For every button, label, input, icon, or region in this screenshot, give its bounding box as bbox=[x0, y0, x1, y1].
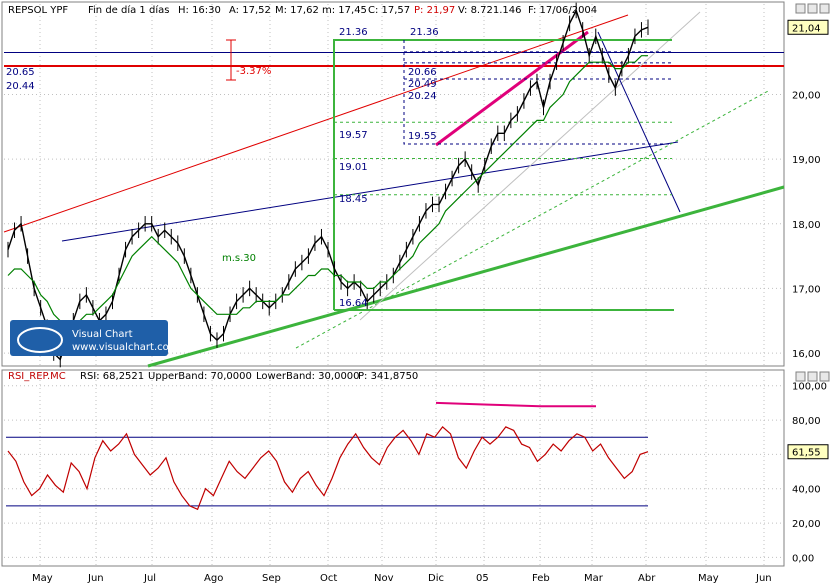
pct-annotation: -3.37% bbox=[236, 66, 271, 77]
logo-url: www.visualchart.com bbox=[72, 342, 178, 353]
header-v: V: 8.721.146 bbox=[458, 5, 521, 16]
rsi-tick-label: 20,00 bbox=[792, 519, 821, 530]
x-tick-label: Abr bbox=[638, 573, 656, 584]
x-tick-label: 05 bbox=[476, 573, 489, 584]
x-tick-label: Dic bbox=[428, 573, 444, 584]
x-tick-label: Jun bbox=[755, 573, 772, 584]
rsi-tick-label: 0,00 bbox=[792, 553, 814, 564]
x-tick-label: Oct bbox=[320, 573, 337, 584]
header-f: F: 17/06/2004 bbox=[528, 5, 597, 16]
header-symbol: REPSOL YPF bbox=[8, 5, 68, 16]
header-low: m: 17,45 bbox=[322, 5, 367, 16]
level-label: 18.45 bbox=[339, 194, 368, 205]
rsi-lower: LowerBand: 30,0000 bbox=[256, 371, 360, 382]
rsi-title: RSI_REP.MC bbox=[8, 371, 66, 382]
x-tick-label: May bbox=[32, 573, 53, 584]
rsi-tick-label: 100,00 bbox=[792, 382, 827, 393]
price-tick-label: 19,00 bbox=[792, 155, 821, 166]
panel-up-button[interactable] bbox=[807, 3, 818, 14]
price-tick-label: 18,00 bbox=[792, 220, 821, 231]
level-label: 20.24 bbox=[408, 91, 437, 102]
header-m: M: 17,62 bbox=[275, 5, 319, 16]
x-tick-label: Jun bbox=[87, 573, 104, 584]
level-label: 21.36 bbox=[339, 27, 368, 38]
level-label: 21.36 bbox=[410, 27, 439, 38]
header-a: A: 17,52 bbox=[229, 5, 271, 16]
x-tick-label: Jul bbox=[143, 573, 156, 584]
x-tick-label: Feb bbox=[532, 573, 550, 584]
price-tick-label: 16,00 bbox=[792, 349, 821, 360]
header-c: C: 17,57 bbox=[368, 5, 410, 16]
header-h: H: 16:30 bbox=[178, 5, 221, 16]
level-label: 20.66 bbox=[408, 67, 437, 78]
rsi-close-button[interactable] bbox=[819, 371, 830, 382]
chart-canvas: May Jun Jul Ago Sep Oct Nov Dic 05 Feb Mar Abr May Ju… bbox=[0, 0, 836, 584]
x-tick-label: Sep bbox=[262, 573, 281, 584]
rsi-tick-label: 40,00 bbox=[792, 485, 821, 496]
x-tick-label: Mar bbox=[584, 573, 604, 584]
x-tick-label: Nov bbox=[374, 573, 394, 584]
rsi-tick-label: 80,00 bbox=[792, 416, 821, 427]
panel-down-button[interactable] bbox=[795, 3, 806, 14]
x-tick-label: May bbox=[698, 573, 719, 584]
panel-close-button[interactable] bbox=[819, 3, 830, 14]
level-label: 19.55 bbox=[408, 131, 437, 142]
price-tick-label: 20,00 bbox=[792, 91, 821, 102]
rsi-up-button[interactable] bbox=[807, 371, 818, 382]
rsi-upper: UpperBand: 70,0000 bbox=[148, 371, 252, 382]
last-price-label: 21,04 bbox=[792, 23, 821, 34]
level-label: 19.57 bbox=[339, 130, 368, 141]
header-p: P: 21,97 bbox=[414, 5, 455, 16]
level-label: 20.44 bbox=[6, 81, 35, 92]
level-label: 19.01 bbox=[339, 162, 368, 173]
logo-brand: Visual Chart bbox=[72, 329, 133, 340]
header-period: Fin de día 1 días bbox=[88, 4, 169, 16]
ma-label: m.s.30 bbox=[222, 253, 256, 264]
x-tick-label: Ago bbox=[204, 573, 223, 584]
level-label: 16.64 bbox=[339, 298, 368, 309]
price-tick-label: 17,00 bbox=[792, 284, 821, 295]
level-label: 20.65 bbox=[6, 67, 35, 78]
rsi-p: P: 341,8750 bbox=[358, 371, 418, 382]
rsi-last-label: 61,55 bbox=[792, 448, 821, 459]
rsi-value: RSI: 68,2521 bbox=[80, 371, 144, 382]
rsi-down-button[interactable] bbox=[795, 371, 806, 382]
level-label: 20.49 bbox=[408, 79, 437, 90]
visualchart-logo: Visual Chart www.visualchart.com bbox=[10, 320, 178, 356]
